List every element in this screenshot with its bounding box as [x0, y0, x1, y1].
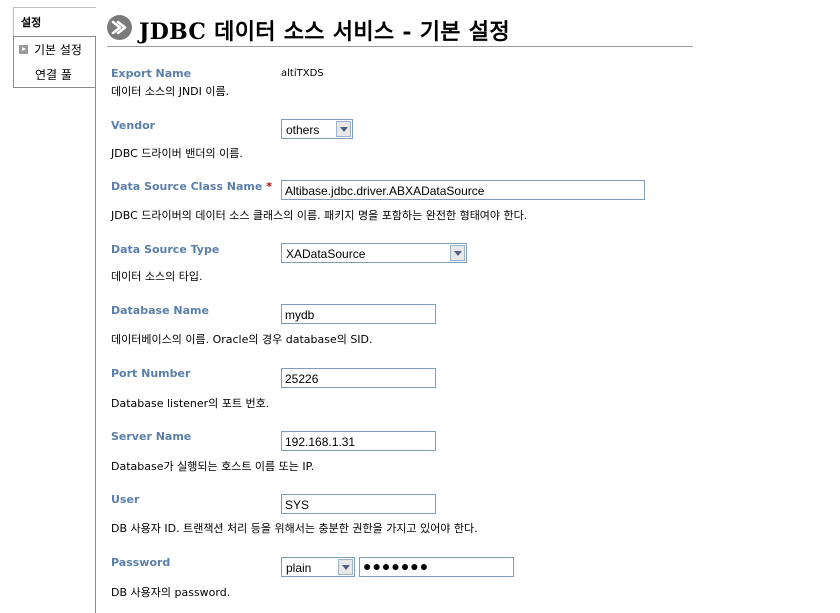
nav-tab-label: 설정: [21, 16, 42, 29]
port-label: Port Number: [111, 367, 191, 380]
password-mode-value: plain: [286, 561, 312, 575]
password-desc: DB 사용자의 password.: [111, 586, 231, 599]
vendor-select-value: others: [286, 123, 320, 137]
user-label: User: [111, 493, 140, 506]
user-input[interactable]: SYS: [281, 494, 436, 514]
ds-type-desc: 데이터 소스의 타입.: [111, 270, 203, 283]
arrow-circle-icon: [107, 15, 132, 40]
ds-class-desc: JDBC 드라이버의 데이터 소스 클래스의 이름. 패키지 명을 포함하는 완…: [111, 209, 528, 222]
server-label: Server Name: [111, 430, 192, 443]
vendor-select[interactable]: others: [281, 119, 353, 139]
user-desc: DB 사용자 ID. 트랜잭션 처리 등을 위해서는 충분한 권한을 가지고 있…: [111, 522, 478, 535]
left-nav: 설정 기본 설정 연결 풀: [13, 7, 96, 613]
port-input[interactable]: 25226: [281, 368, 436, 388]
ds-type-select-value: XADataSource: [286, 247, 366, 261]
ds-type-select[interactable]: XADataSource: [281, 243, 467, 263]
nav-item-label: 연결 풀: [35, 68, 72, 82]
page-header: JDBC 데이터 소스 서비스 - 기본 설정: [107, 10, 693, 47]
arrow-right-icon: [19, 45, 28, 54]
ds-type-label: Data Source Type: [111, 243, 220, 256]
server-desc: Database가 실행되는 호스트 이름 또는 IP.: [111, 460, 315, 473]
nav-item-basic-settings[interactable]: 기본 설정: [14, 37, 95, 61]
chevron-down-icon[interactable]: [450, 245, 465, 261]
chevron-down-icon[interactable]: [336, 121, 351, 137]
export-name-label: Export Name: [111, 67, 192, 80]
db-name-desc: 데이터베이스의 이름. Oracle의 경우 database의 SID.: [111, 333, 373, 346]
db-name-input[interactable]: mydb: [281, 304, 436, 324]
page-title: JDBC 데이터 소스 서비스 - 기본 설정: [139, 19, 510, 45]
nav-item-label: 기본 설정: [34, 43, 82, 57]
ds-class-input[interactable]: Altibase.jdbc.driver.ABXADataSource: [281, 180, 645, 200]
export-name-value: altiTXDS: [281, 68, 324, 79]
vendor-label: Vendor: [111, 119, 156, 132]
required-mark: *: [266, 180, 272, 193]
nav-item-connection-pool[interactable]: 연결 풀: [14, 62, 95, 86]
db-name-label: Database Name: [111, 304, 209, 317]
password-input[interactable]: ●●●●●●●: [359, 557, 514, 577]
password-label: Password: [111, 556, 171, 569]
chevron-down-icon[interactable]: [338, 559, 353, 575]
nav-list: 기본 설정 연결 풀: [13, 36, 95, 88]
server-input[interactable]: 192.168.1.31: [281, 431, 436, 451]
nav-tab-settings[interactable]: 설정: [13, 7, 96, 36]
password-mode-select[interactable]: plain: [281, 557, 355, 577]
export-name-desc: 데이터 소스의 JNDI 이름.: [111, 85, 230, 98]
ds-class-label: Data Source Class Name *: [111, 180, 272, 193]
ds-class-label-text: Data Source Class Name: [111, 180, 263, 193]
vendor-desc: JDBC 드라이버 밴더의 이름.: [111, 147, 243, 160]
port-desc: Database listener의 포트 번호.: [111, 397, 270, 410]
